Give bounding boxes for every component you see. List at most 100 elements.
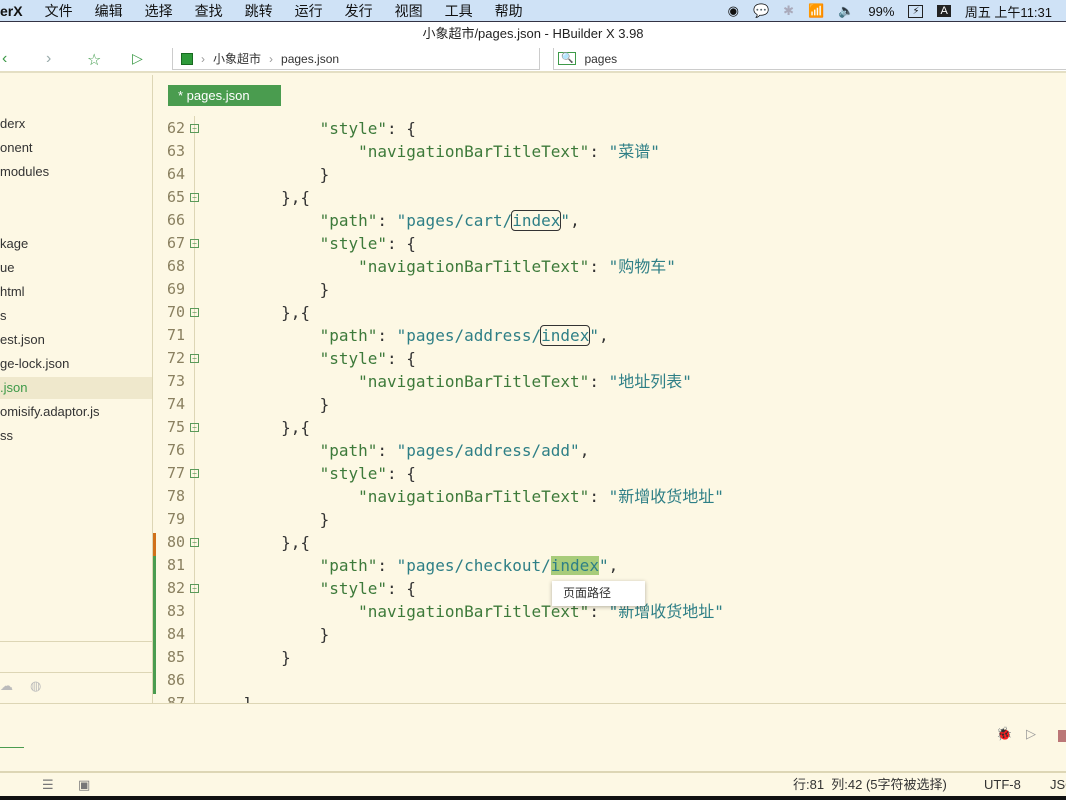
code-line[interactable]: 81 "path": "pages/checkout/index", (153, 554, 1066, 577)
code-token: " (589, 326, 599, 345)
line-number: 63 (166, 142, 185, 160)
code-line[interactable]: 76 "path": "pages/address/add", (153, 439, 1066, 462)
fold-toggle-icon[interactable]: − (190, 308, 199, 317)
menu-item[interactable]: 运行 (295, 1, 323, 21)
code-token: },{ (242, 533, 310, 552)
code-line[interactable]: 72− "style": { (153, 347, 1066, 370)
code-editor[interactable]: 62− "style": {63 "navigationBarTitleText… (153, 116, 1066, 703)
code-token: "pages/address/add" (396, 441, 580, 460)
code-line[interactable]: 79 } (153, 508, 1066, 531)
line-number: 80 (166, 533, 185, 551)
encoding[interactable]: UTF-8 (984, 773, 1021, 796)
code-text: "style": { (204, 462, 416, 485)
wechat-icon[interactable]: 💬 (753, 3, 769, 19)
fold-toggle-icon[interactable]: − (190, 423, 199, 432)
code-line[interactable]: 87 ] (153, 692, 1066, 703)
code-line[interactable]: 73 "navigationBarTitleText": "地址列表" (153, 370, 1066, 393)
cloud-icon[interactable]: ☁ (0, 678, 13, 694)
input-method-icon[interactable]: A (937, 5, 951, 17)
fold-toggle-icon[interactable]: − (190, 584, 199, 593)
fold-toggle-icon[interactable]: − (190, 354, 199, 363)
code-line[interactable]: 67− "style": { (153, 232, 1066, 255)
code-line[interactable]: 69 } (153, 278, 1066, 301)
menu-item[interactable]: 发行 (345, 1, 373, 21)
line-number: 68 (166, 257, 185, 275)
file-tree-item[interactable]: .json (0, 377, 152, 399)
fold-toggle-icon[interactable]: − (190, 538, 199, 547)
fold-toggle-icon[interactable]: − (190, 469, 199, 478)
star-icon[interactable]: ☆ (87, 50, 101, 70)
code-line[interactable]: 66 "path": "pages/cart/index", (153, 209, 1066, 232)
code-line[interactable]: 75− },{ (153, 416, 1066, 439)
code-line[interactable]: 65− },{ (153, 186, 1066, 209)
file-tree-item[interactable]: est.json (0, 329, 152, 351)
code-line[interactable]: 86 (153, 669, 1066, 692)
bluetooth-icon[interactable]: ✱ (783, 3, 794, 19)
file-explorer: derx onent modules kage ue html s est.json ge-lo… (0, 75, 153, 703)
fold-toggle-icon[interactable]: − (190, 193, 199, 202)
file-tree-item[interactable]: ge-lock.json (0, 353, 152, 375)
menu-item[interactable]: 选择 (145, 1, 173, 21)
menu-item[interactable]: 跳转 (245, 1, 273, 21)
code-token: : { (387, 119, 416, 138)
file-tree-item[interactable]: s (0, 305, 152, 327)
breadcrumb-file[interactable]: pages.json (281, 52, 339, 66)
back-icon[interactable]: ‹ (2, 50, 7, 68)
clock[interactable]: 周五 上午11:31 (965, 2, 1052, 21)
code-line[interactable]: 63 "navigationBarTitleText": "菜谱" (153, 140, 1066, 163)
run-icon[interactable]: ▷ (1026, 726, 1036, 742)
run-icon[interactable]: ▷ (132, 50, 143, 67)
file-tree-item[interactable]: modules (0, 161, 152, 183)
file-tree-item[interactable]: onent (0, 137, 152, 159)
globe-icon[interactable]: ◍ (30, 678, 41, 694)
record-icon[interactable]: ◉ (728, 3, 739, 19)
wifi-icon[interactable]: 📶 (808, 3, 824, 19)
fold-toggle-icon[interactable]: − (190, 124, 199, 133)
file-tree-item[interactable]: ss (0, 425, 152, 447)
stop-icon[interactable] (1058, 730, 1066, 742)
code-line[interactable]: 84 } (153, 623, 1066, 646)
forward-icon[interactable]: › (46, 50, 51, 68)
code-line[interactable]: 62− "style": { (153, 117, 1066, 140)
code-text: },{ (204, 416, 310, 439)
menu-item[interactable]: 文件 (45, 1, 73, 21)
language-mode[interactable]: JSO (1050, 773, 1066, 796)
cursor-position[interactable]: 行:81 列:42 (5字符被选择) (793, 773, 947, 796)
file-tree-item[interactable]: ue (0, 257, 152, 279)
line-number: 73 (166, 372, 185, 390)
fold-toggle-icon[interactable]: − (190, 239, 199, 248)
code-text: "style": { (204, 232, 416, 255)
search-input[interactable]: 🔍 pages (553, 48, 1066, 70)
menu-item[interactable]: 视图 (395, 1, 423, 21)
battery-icon[interactable]: ⚡ (908, 4, 924, 18)
file-tree-item[interactable]: omisify.adaptor.js (0, 401, 152, 423)
menu-item[interactable]: 帮助 (495, 1, 523, 21)
code-line[interactable]: 74 } (153, 393, 1066, 416)
code-line[interactable]: 77− "style": { (153, 462, 1066, 485)
debug-icon[interactable]: 🐞 (996, 726, 1012, 742)
code-line[interactable]: 80− },{ (153, 531, 1066, 554)
file-tree-item[interactable]: derx (0, 113, 152, 135)
code-line[interactable]: 78 "navigationBarTitleText": "新增收货地址" (153, 485, 1066, 508)
code-token: "navigationBarTitleText" (358, 142, 590, 161)
app-menu[interactable]: erX (0, 3, 23, 19)
outline-icon[interactable]: ☰ (42, 773, 54, 796)
file-tree-item[interactable]: html (0, 281, 152, 303)
hover-tooltip: 页面路径 (552, 581, 645, 606)
code-line[interactable]: 85 } (153, 646, 1066, 669)
breadcrumb-project[interactable]: 小象超市 (213, 50, 261, 67)
menu-item[interactable]: 查找 (195, 1, 223, 21)
line-number: 75 (166, 418, 185, 436)
code-line[interactable]: 71 "path": "pages/address/index", (153, 324, 1066, 347)
menu-item[interactable]: 工具 (445, 1, 473, 21)
tab-pages-json[interactable]: * pages.json (168, 85, 281, 106)
code-token: "navigationBarTitleText" (358, 257, 590, 276)
code-line[interactable]: 64 } (153, 163, 1066, 186)
code-line[interactable]: 70− },{ (153, 301, 1066, 324)
menu-item[interactable]: 编辑 (95, 1, 123, 21)
code-line[interactable]: 68 "navigationBarTitleText": "购物车" (153, 255, 1066, 278)
file-tree-item[interactable]: kage (0, 233, 152, 255)
volume-icon[interactable]: 🔈 (838, 3, 854, 19)
terminal-icon[interactable]: ▣ (78, 773, 90, 796)
